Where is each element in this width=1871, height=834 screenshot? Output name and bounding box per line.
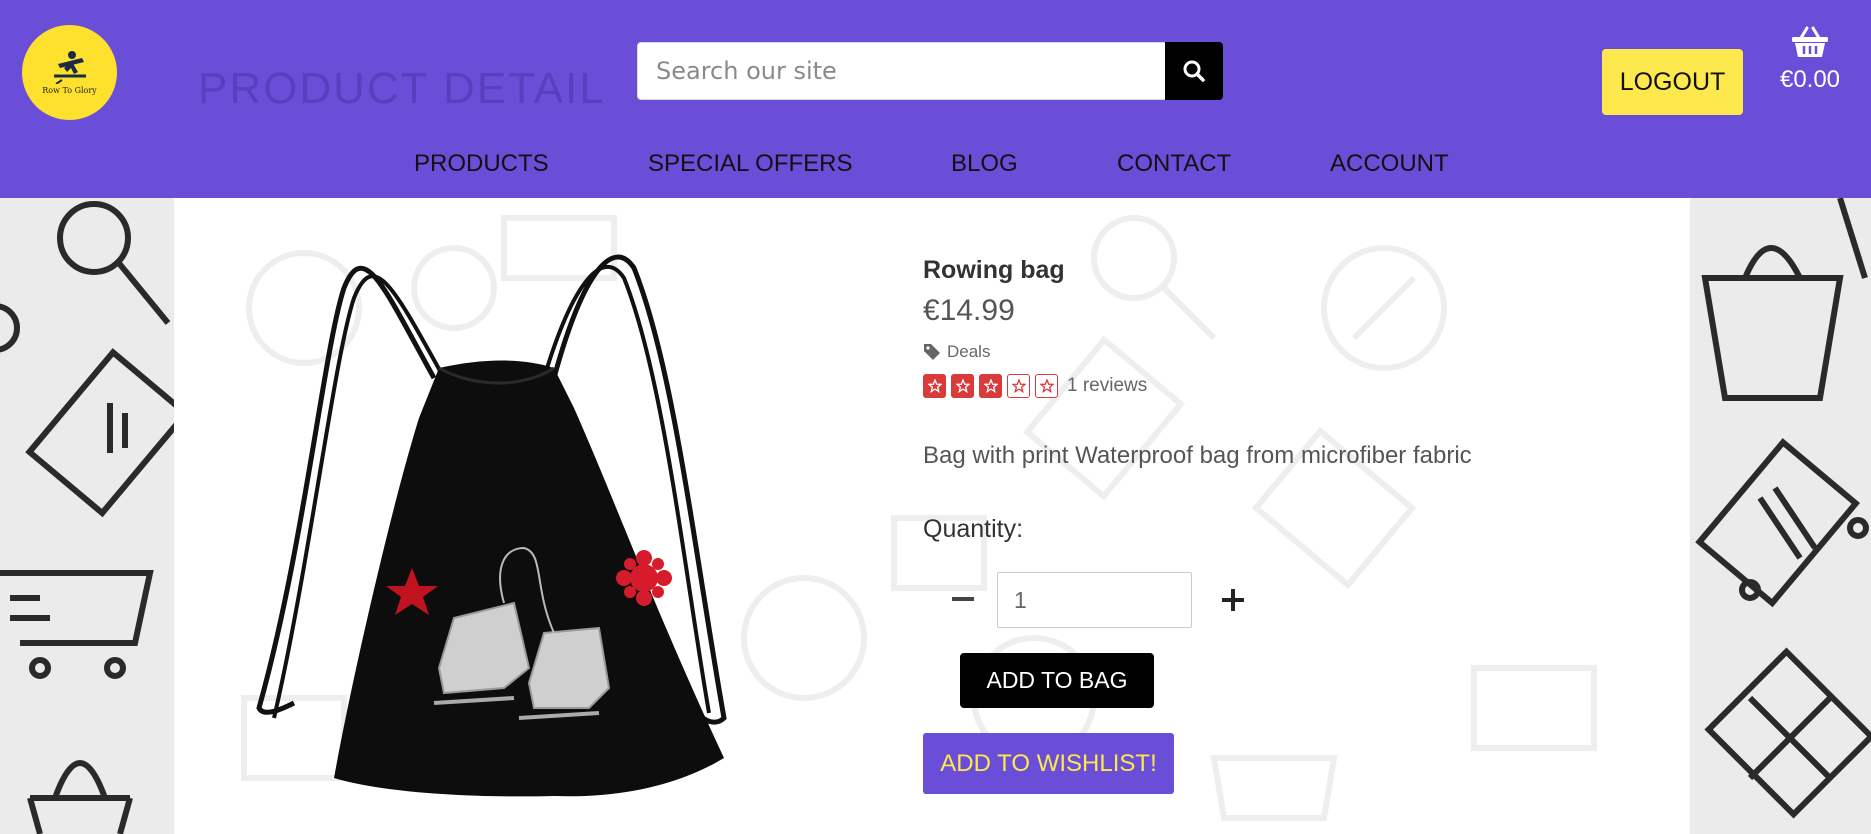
nav-item-account[interactable]: ACCOUNT [1330, 150, 1449, 178]
nav-item-blog[interactable]: BLOG [951, 150, 1018, 178]
main-nav: PRODUCTS SPECIAL OFFERS BLOG CONTACT ACC… [0, 150, 1871, 190]
logout-button[interactable]: LOGOUT [1602, 49, 1743, 115]
site-logo[interactable]: Row To Glory [22, 25, 117, 120]
quantity-increment-button[interactable] [1213, 572, 1253, 628]
search-input[interactable] [637, 42, 1165, 100]
quantity-decrement-button[interactable] [943, 572, 983, 628]
product-rating: 1 reviews [923, 374, 1147, 398]
star-icon [951, 374, 974, 398]
nav-item-contact[interactable]: CONTACT [1117, 150, 1231, 178]
star-icon [923, 374, 946, 398]
search-bar [637, 42, 1223, 100]
star-icon [1007, 374, 1030, 398]
background-pattern-left [0, 198, 174, 834]
product-name: Rowing bag [923, 256, 1065, 284]
add-to-wishlist-button[interactable]: ADD TO WISHLIST! [923, 733, 1174, 794]
drawstring-bag-image [256, 254, 727, 797]
background-pattern-right [1690, 198, 1871, 834]
basket-total: €0.00 [1779, 66, 1841, 93]
search-button[interactable] [1165, 42, 1223, 100]
star-icon [979, 374, 1002, 398]
site-header: Row To Glory PRODUCT DETAIL LOGOUT €0.00… [0, 0, 1871, 198]
search-icon [1183, 60, 1205, 82]
nav-item-special-offers[interactable]: SPECIAL OFFERS [648, 150, 853, 178]
product-category[interactable]: Deals [923, 342, 990, 362]
star-icon [1035, 374, 1058, 398]
plus-icon [1222, 589, 1244, 611]
product-image [254, 248, 816, 808]
product-detail-panel: Rowing bag €14.99 Deals 1 reviews Bag wi… [174, 198, 1690, 834]
reviews-count[interactable]: 1 reviews [1067, 375, 1147, 397]
rower-logo-icon [53, 51, 86, 84]
product-price: €14.99 [923, 294, 1015, 327]
basket-icon [1792, 26, 1828, 57]
page-ghost-title: PRODUCT DETAIL [198, 64, 606, 113]
quantity-stepper [923, 572, 1253, 628]
product-description: Bag with print Waterproof bag from micro… [923, 442, 1472, 469]
category-label: Deals [947, 342, 991, 361]
quantity-label: Quantity: [923, 515, 1024, 543]
logo-text: Row To Glory [42, 86, 97, 95]
tag-icon [924, 344, 940, 360]
basket-link[interactable]: €0.00 [1770, 26, 1850, 94]
add-to-bag-button[interactable]: ADD TO BAG [960, 653, 1154, 708]
quantity-input[interactable] [997, 572, 1192, 628]
minus-icon [952, 597, 974, 601]
nav-item-products[interactable]: PRODUCTS [414, 150, 549, 178]
